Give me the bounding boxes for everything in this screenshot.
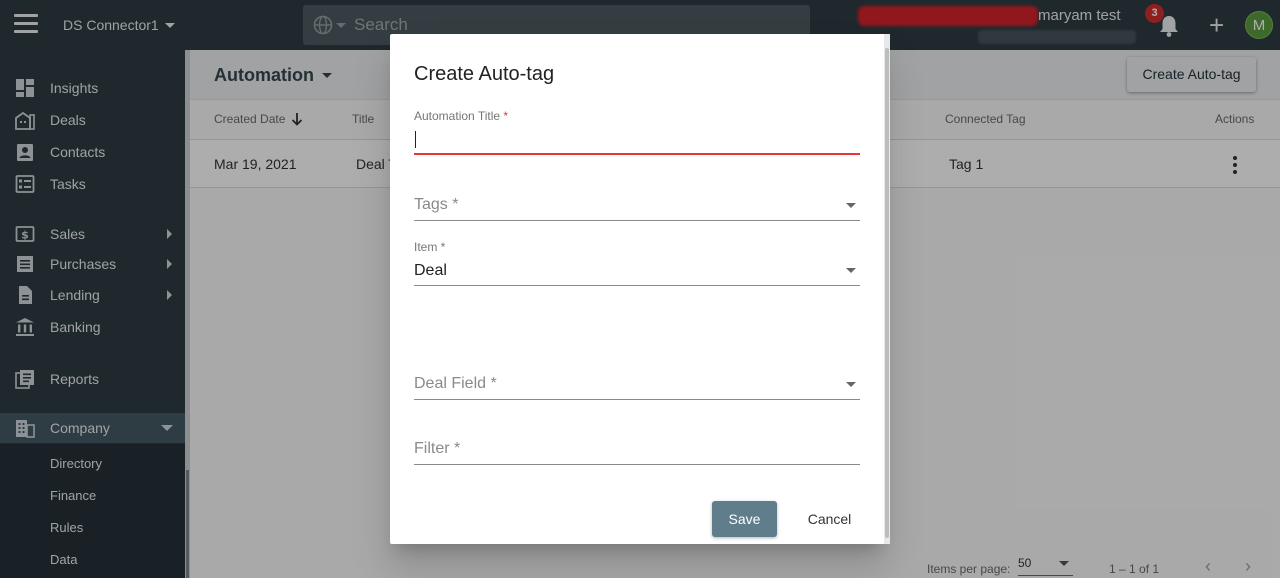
field-underline xyxy=(414,399,860,400)
item-select[interactable]: Item * Deal xyxy=(414,240,860,286)
field-underline xyxy=(414,153,860,155)
deal-field-placeholder: Deal Field * xyxy=(414,375,497,392)
field-underline xyxy=(414,464,860,465)
chevron-down-icon xyxy=(846,203,856,208)
filter-field[interactable]: Filter * xyxy=(414,438,860,466)
chevron-down-icon xyxy=(846,382,856,387)
item-value: Deal xyxy=(414,262,447,279)
chevron-down-icon xyxy=(846,268,856,273)
tags-select[interactable]: Tags * xyxy=(414,194,860,222)
tags-placeholder: Tags * xyxy=(414,196,459,213)
dialog-title: Create Auto-tag xyxy=(414,63,555,85)
label-text: Automation Title xyxy=(414,109,501,123)
required-mark: * xyxy=(503,109,509,123)
create-auto-tag-dialog: Create Auto-tag Automation Title * Tags … xyxy=(390,34,886,544)
automation-title-label: Automation Title * xyxy=(414,109,860,123)
save-button[interactable]: Save xyxy=(712,501,777,537)
deal-field-select[interactable]: Deal Field * xyxy=(414,373,860,401)
field-underline xyxy=(414,220,860,221)
text-cursor xyxy=(415,131,416,148)
cancel-button[interactable]: Cancel xyxy=(797,501,862,537)
automation-title-field[interactable]: Automation Title * xyxy=(414,109,860,157)
dialog-scrollbar-thumb[interactable] xyxy=(885,48,889,538)
item-label: Item * xyxy=(414,240,446,254)
field-underline xyxy=(414,285,860,286)
filter-placeholder: Filter * xyxy=(414,440,461,457)
